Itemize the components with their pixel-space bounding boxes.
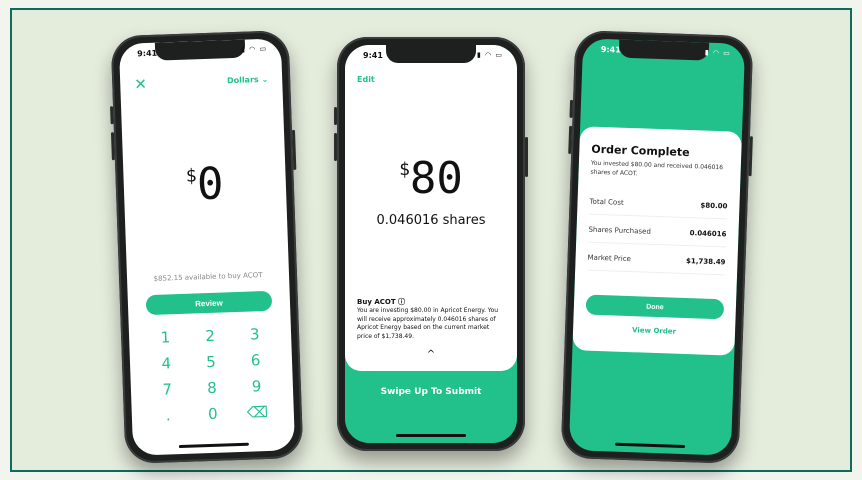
amount-display: $0 [123, 156, 287, 213]
signal-wifi-battery-icon: ▮ ◠ ▭ [704, 48, 731, 58]
keypad: 1 2 3 4 5 6 7 8 9 . 0 ⌫ [143, 325, 280, 426]
phone-order-complete: 9:41 ▮ ◠ ▭ Order Complete You invested $… [560, 30, 754, 464]
key-3[interactable]: 3 [232, 325, 277, 345]
volume-button [569, 99, 574, 118]
available-balance: $852.15 available to buy ACOT [153, 271, 263, 283]
confirmation-subtitle: You invested $80.00 and received 0.04601… [590, 159, 724, 178]
close-icon[interactable]: ✕ [134, 75, 147, 93]
confirmation-card: Order Complete You invested $80.00 and r… [572, 126, 743, 356]
key-0[interactable]: 0 [190, 404, 235, 424]
row-label: Shares Purchased [588, 225, 651, 236]
dollar-symbol: $ [399, 159, 410, 180]
key-9[interactable]: 9 [234, 377, 279, 397]
confirmation-title: Order Complete [591, 142, 690, 160]
row-label: Total Cost [589, 197, 624, 207]
volume-button [110, 106, 114, 125]
row-value: $80.00 [700, 200, 728, 210]
summary-row: Market Price $1,738.49 [587, 244, 726, 276]
status-time: 9:41 [137, 48, 158, 59]
edit-button[interactable]: Edit [357, 75, 375, 84]
buy-heading: Buy ACOT ⓘ [357, 298, 406, 306]
row-value: $1,738.49 [685, 256, 726, 266]
status-time: 9:41 [363, 51, 383, 60]
screen: 9:41 ▮ ◠ ▭ ✕ Dollars ⌄ $0 $852.15 availa… [118, 38, 296, 456]
key-2[interactable]: 2 [187, 326, 232, 346]
summary-row: Total Cost $80.00 [589, 188, 728, 220]
key-7[interactable]: 7 [145, 380, 190, 400]
key-6[interactable]: 6 [233, 351, 278, 371]
phone-review-order: 9:41 ▮ ◠ ▭ Edit $80 0.046016 shares Buy … [334, 37, 528, 451]
row-label: Market Price [587, 253, 632, 263]
backspace-icon[interactable]: ⌫ [235, 403, 280, 423]
home-indicator [615, 442, 686, 449]
volume-button [568, 125, 573, 154]
review-button[interactable]: Review [145, 290, 273, 316]
dollar-symbol: $ [185, 165, 198, 187]
amount-display: $80 [345, 153, 517, 204]
home-indicator [396, 434, 466, 437]
buy-description: You are investing $80.00 in Apricot Ener… [357, 307, 499, 340]
key-1[interactable]: 1 [143, 328, 188, 348]
key-8[interactable]: 8 [189, 378, 234, 398]
done-button[interactable]: Done [585, 294, 725, 320]
notch [618, 39, 710, 61]
notch [154, 39, 246, 61]
screen: 9:41 ▮ ◠ ▭ Edit $80 0.046016 shares Buy … [345, 45, 517, 443]
volume-button [334, 107, 337, 125]
screen: 9:41 ▮ ◠ ▭ Order Complete You invested $… [568, 38, 746, 456]
order-card: 9:41 ▮ ◠ ▭ Edit $80 0.046016 shares Buy … [345, 45, 517, 371]
summary-row: Shares Purchased 0.046016 [588, 216, 727, 248]
amount-value: 0 [196, 158, 225, 211]
amount-value: 80 [409, 153, 463, 204]
currency-selector[interactable]: Dollars ⌄ [227, 75, 269, 85]
notch [386, 45, 476, 63]
shares-estimate: 0.046016 shares [376, 213, 486, 228]
key-decimal[interactable]: . [146, 406, 191, 426]
signal-wifi-battery-icon: ▮ ◠ ▭ [240, 44, 268, 54]
phone-amount-entry: 9:41 ▮ ◠ ▭ ✕ Dollars ⌄ $0 $852.15 availa… [110, 30, 304, 464]
power-button [525, 137, 528, 177]
row-value: 0.046016 [689, 228, 727, 238]
status-time: 9:41 [600, 44, 621, 55]
volume-button [334, 133, 337, 161]
swipe-to-submit[interactable]: Swipe Up To Submit [345, 387, 517, 397]
home-indicator [178, 442, 249, 449]
view-order-link[interactable]: View Order [573, 324, 735, 338]
chevron-up-icon[interactable]: ^ [345, 349, 517, 360]
signal-wifi-battery-icon: ▮ ◠ ▭ [476, 51, 503, 59]
key-5[interactable]: 5 [188, 352, 233, 372]
volume-button [110, 132, 115, 161]
key-4[interactable]: 4 [144, 354, 189, 374]
